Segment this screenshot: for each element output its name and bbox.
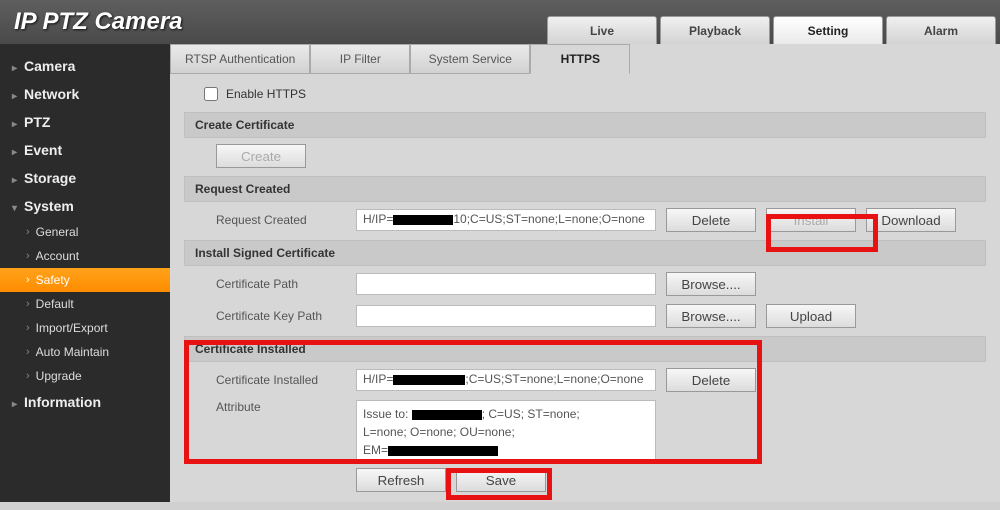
create-button[interactable]: Create xyxy=(216,144,306,168)
attribute-value[interactable]: Issue to: ; C=US; ST=none; L=none; O=non… xyxy=(356,400,656,460)
section-install-signed: Install Signed Certificate xyxy=(184,240,986,266)
nav-upgrade[interactable]: Upgrade xyxy=(0,364,170,388)
tab-setting[interactable]: Setting xyxy=(773,16,883,44)
tab-live[interactable]: Live xyxy=(547,16,657,44)
tab-playback[interactable]: Playback xyxy=(660,16,770,44)
delete-request-button[interactable]: Delete xyxy=(666,208,756,232)
cert-key-path-input[interactable] xyxy=(356,305,656,327)
request-created-value: H/IP=10;C=US;ST=none;L=none;O=none xyxy=(356,209,656,231)
cert-key-path-label: Certificate Key Path xyxy=(216,309,356,323)
section-request-created: Request Created xyxy=(184,176,986,202)
subtab-rtsp-auth[interactable]: RTSP Authentication xyxy=(170,44,310,74)
cert-installed-value: H/IP=;C=US;ST=none;L=none;O=none xyxy=(356,369,656,391)
enable-https-checkbox[interactable] xyxy=(204,87,218,101)
nav-safety[interactable]: Safety xyxy=(0,268,170,292)
nav-general[interactable]: General xyxy=(0,220,170,244)
nav-camera[interactable]: Camera xyxy=(0,52,170,80)
cert-path-input[interactable] xyxy=(356,273,656,295)
nav-import-export[interactable]: Import/Export xyxy=(0,316,170,340)
nav-storage[interactable]: Storage xyxy=(0,164,170,192)
nav-ptz[interactable]: PTZ xyxy=(0,108,170,136)
delete-cert-button[interactable]: Delete xyxy=(666,368,756,392)
nav-event[interactable]: Event xyxy=(0,136,170,164)
upload-button[interactable]: Upload xyxy=(766,304,856,328)
nav-information[interactable]: Information xyxy=(0,388,170,416)
browse-key-button[interactable]: Browse.... xyxy=(666,304,756,328)
nav-network[interactable]: Network xyxy=(0,80,170,108)
install-button[interactable]: Install xyxy=(766,208,856,232)
browse-cert-button[interactable]: Browse.... xyxy=(666,272,756,296)
cert-installed-label: Certificate Installed xyxy=(216,373,356,387)
subtab-ip-filter[interactable]: IP Filter xyxy=(310,44,410,74)
download-button[interactable]: Download xyxy=(866,208,956,232)
left-nav: Camera Network PTZ Event Storage System … xyxy=(0,44,170,502)
nav-system[interactable]: System xyxy=(0,192,170,220)
sub-tabs: RTSP Authentication IP Filter System Ser… xyxy=(170,44,1000,74)
subtab-https[interactable]: HTTPS xyxy=(530,44,630,74)
top-tabs: Live Playback Setting Alarm xyxy=(547,16,996,44)
section-create-certificate: Create Certificate xyxy=(184,112,986,138)
request-created-label: Request Created xyxy=(216,213,356,227)
nav-account[interactable]: Account xyxy=(0,244,170,268)
main-content: RTSP Authentication IP Filter System Ser… xyxy=(170,44,1000,502)
nav-default[interactable]: Default xyxy=(0,292,170,316)
section-cert-installed: Certificate Installed xyxy=(184,336,986,362)
nav-auto-maintain[interactable]: Auto Maintain xyxy=(0,340,170,364)
app-header: IP PTZ Camera Live Playback Setting Alar… xyxy=(0,0,1000,44)
enable-https-label: Enable HTTPS xyxy=(226,87,306,101)
https-panel: Enable HTTPS Create Certificate Create R… xyxy=(170,74,1000,510)
cert-path-label: Certificate Path xyxy=(216,277,356,291)
tab-alarm[interactable]: Alarm xyxy=(886,16,996,44)
attribute-label: Attribute xyxy=(216,400,356,414)
app-title: IP PTZ Camera xyxy=(14,8,183,36)
refresh-button[interactable]: Refresh xyxy=(356,468,446,492)
subtab-system-service[interactable]: System Service xyxy=(410,44,530,74)
save-button[interactable]: Save xyxy=(456,468,546,492)
